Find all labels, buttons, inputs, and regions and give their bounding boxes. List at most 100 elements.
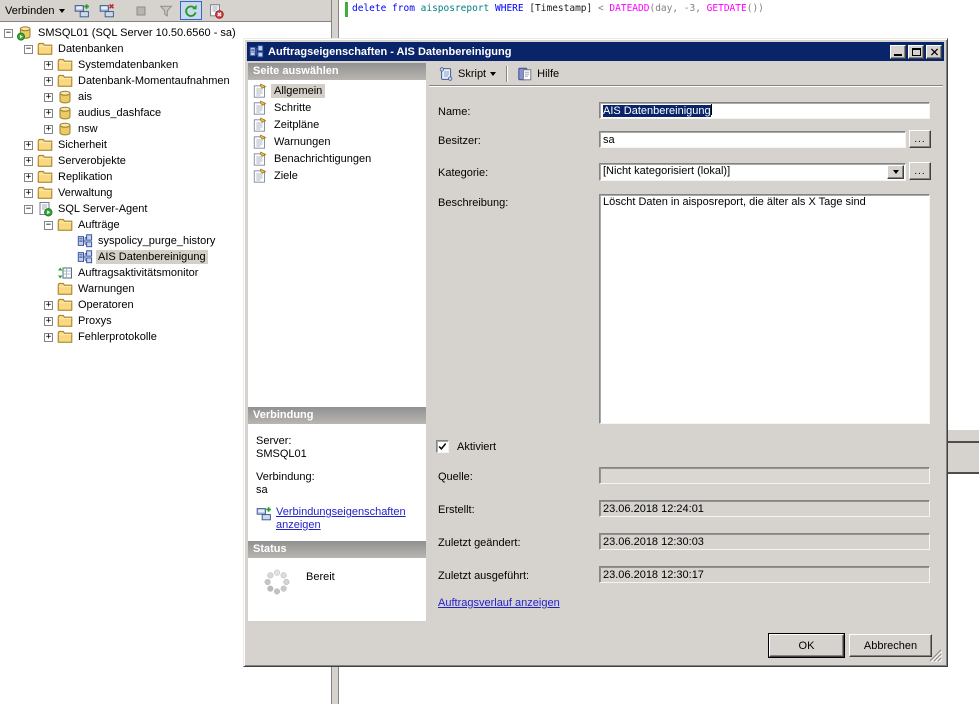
expand-icon[interactable]: +: [44, 125, 53, 134]
expand-icon[interactable]: +: [44, 77, 53, 86]
help-button[interactable]: Hilfe: [512, 64, 564, 84]
category-select[interactable]: [Nicht kategorisiert (lokal)]: [599, 163, 906, 181]
source-label: Quelle:: [438, 471, 473, 483]
dropdown-button[interactable]: [887, 165, 904, 179]
edge-divider: [944, 472, 979, 474]
owner-browse-button[interactable]: ...: [909, 130, 931, 148]
connect-label: Verbinden: [5, 5, 55, 17]
expander-spacer: [44, 285, 53, 294]
select-page-header: Seite auswählen: [248, 63, 426, 80]
collapse-icon[interactable]: −: [4, 29, 13, 38]
folder-icon: [57, 297, 73, 313]
folder-icon: [57, 57, 73, 73]
tree-item-label: syspolicy_purge_history: [96, 234, 217, 248]
expand-icon[interactable]: +: [24, 141, 33, 150]
expand-icon[interactable]: +: [44, 333, 53, 342]
sidebar-item-warnungen[interactable]: Warnungen: [248, 133, 426, 150]
sidebar-item-label: Warnungen: [271, 135, 333, 149]
collapse-icon[interactable]: −: [24, 45, 33, 54]
chevron-down-icon[interactable]: [490, 72, 496, 76]
sidebar-item-zeitplaene[interactable]: Zeitpläne: [248, 116, 426, 133]
expand-icon[interactable]: +: [44, 61, 53, 70]
monitor-icon: [57, 265, 73, 281]
expand-icon[interactable]: +: [44, 301, 53, 310]
sidebar-item-label: Ziele: [271, 169, 301, 183]
sidebar-item-ziele[interactable]: Ziele: [248, 167, 426, 184]
connect-dropdown-button[interactable]: Verbinden: [2, 3, 68, 19]
expand-icon[interactable]: +: [44, 317, 53, 326]
script-icon: [438, 66, 454, 82]
status-header: Status: [248, 541, 426, 558]
enabled-checkbox[interactable]: [436, 440, 449, 453]
background-window-edge: [944, 429, 979, 474]
dialog-title: Auftragseigenschaften - AIS Datenbereini…: [268, 46, 888, 58]
sidebar-item-label: Schritte: [271, 101, 314, 115]
progress-spinner-icon: [262, 567, 292, 597]
folder-icon: [57, 281, 73, 297]
browse-ellipsis: ...: [914, 166, 925, 177]
dialog-titlebar[interactable]: Auftragseigenschaften - AIS Datenbereini…: [247, 42, 944, 61]
refresh-button[interactable]: [180, 1, 202, 20]
folder-icon: [57, 313, 73, 329]
collapse-icon[interactable]: −: [24, 205, 33, 214]
text-cursor: [711, 104, 712, 115]
tree-item-label: Warnungen: [76, 282, 136, 296]
script-button[interactable]: Skript: [433, 64, 501, 84]
tree-item-label: nsw: [76, 122, 100, 136]
expander-spacer: [64, 237, 73, 246]
resize-grip[interactable]: [929, 649, 942, 662]
close-button[interactable]: [926, 45, 942, 59]
page-icon: [252, 117, 268, 133]
collapse-icon[interactable]: −: [44, 221, 53, 230]
sidebar-item-label: Zeitpläne: [271, 118, 322, 132]
expand-icon[interactable]: +: [24, 189, 33, 198]
folder-icon: [37, 169, 53, 185]
folder-icon: [57, 329, 73, 345]
connection-header: Verbindung: [248, 407, 426, 424]
job-properties-dialog: Auftragseigenschaften - AIS Datenbereini…: [243, 38, 948, 667]
expander-spacer: [44, 269, 53, 278]
description-textarea[interactable]: Löscht Daten in aisposreport, die älter …: [599, 194, 930, 424]
script-delete-icon: [208, 3, 224, 19]
expand-icon[interactable]: +: [24, 173, 33, 182]
created-label: Erstellt:: [438, 504, 475, 516]
expand-icon[interactable]: +: [44, 93, 53, 102]
script-delete-button[interactable]: [205, 1, 227, 20]
connection-properties-row: Verbindungseigenschaften anzeigen: [256, 506, 426, 532]
disconnect-button[interactable]: [96, 1, 118, 20]
name-input[interactable]: AIS Datenbereinigung: [599, 102, 930, 119]
category-browse-button[interactable]: ...: [909, 162, 931, 180]
folder-icon: [37, 153, 53, 169]
selected-text: AIS Datenbereinigung: [603, 105, 711, 117]
connect-button[interactable]: [71, 1, 93, 20]
help-icon: [517, 66, 533, 82]
minimize-button[interactable]: [890, 45, 906, 59]
expand-icon[interactable]: +: [24, 157, 33, 166]
db-icon: [57, 89, 73, 105]
sidebar-item-label: Benachrichtigungen: [271, 152, 374, 166]
cancel-button[interactable]: Abbrechen: [849, 634, 932, 657]
sidebar-item-schritte[interactable]: Schritte: [248, 99, 426, 116]
tree-item-label: Fehlerprotokolle: [76, 330, 159, 344]
application-window: Verbinden −SMSQL01 (SQL Server 10.50.656…: [0, 0, 979, 704]
expand-icon[interactable]: +: [44, 109, 53, 118]
owner-input[interactable]: [599, 131, 906, 148]
tree-item-label: audius_dashface: [76, 106, 163, 120]
last-executed-label: Zuletzt ausgeführt:: [438, 570, 529, 582]
tree-item-label: Aufträge: [76, 218, 122, 232]
sidebar-item-allgemein[interactable]: Allgemein: [248, 82, 426, 99]
change-tracking-bar: [345, 2, 348, 17]
tree-item-label: ais: [76, 90, 94, 104]
job-history-link[interactable]: Auftragsverlauf anzeigen: [438, 597, 560, 609]
sql-token: delete from: [352, 3, 421, 14]
sql-token: WHERE: [495, 3, 529, 14]
sidebar-item-benachrichtigungen[interactable]: Benachrichtigungen: [248, 150, 426, 167]
maximize-button[interactable]: [908, 45, 924, 59]
connection-properties-link[interactable]: Verbindungseigenschaften anzeigen: [276, 506, 408, 532]
ok-button[interactable]: OK: [769, 634, 844, 657]
general-page-form: Name: AIS Datenbereinigung Besitzer: ...…: [429, 86, 943, 600]
db-icon: [57, 105, 73, 121]
tree-item-label: Serverobjekte: [56, 154, 128, 168]
folder-icon: [57, 217, 73, 233]
filter-icon: [158, 3, 174, 19]
